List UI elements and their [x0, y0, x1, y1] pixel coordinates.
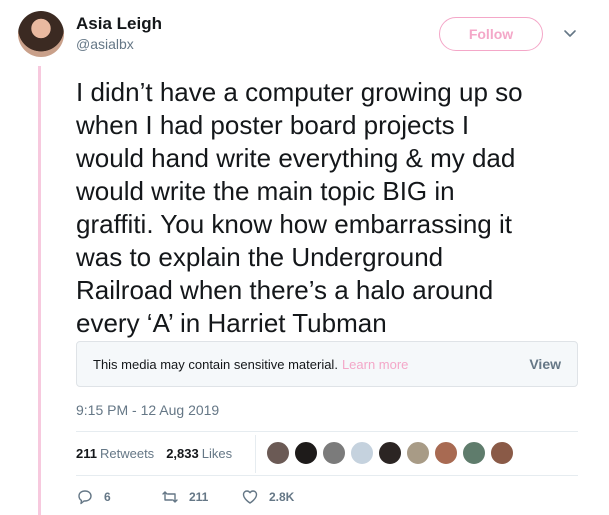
- retweets-count[interactable]: 211: [76, 446, 97, 461]
- retweet-icon: [162, 491, 178, 503]
- liker-avatar-1[interactable]: [266, 441, 290, 465]
- sensitive-media-notice: This media may contain sensitive materia…: [76, 341, 578, 387]
- default-egg-avatar[interactable]: [350, 441, 374, 465]
- reply-action[interactable]: 6: [76, 488, 111, 506]
- divider-top: [76, 431, 578, 432]
- retweets-label[interactable]: Retweets: [100, 446, 154, 461]
- heart-icon: [242, 490, 258, 504]
- avatar[interactable]: [18, 11, 64, 57]
- sensitive-media-message: This media may contain sensitive materia…: [93, 357, 408, 372]
- liker-avatar-2[interactable]: [294, 441, 318, 465]
- tweet-text: I didn’t have a computer growing up so w…: [76, 77, 523, 338]
- follow-button[interactable]: Follow: [439, 17, 543, 51]
- view-media-button[interactable]: View: [529, 356, 561, 372]
- liker-avatar-7[interactable]: [434, 441, 458, 465]
- liker-avatar-8[interactable]: [462, 441, 486, 465]
- like-action[interactable]: 2.8K: [241, 488, 294, 506]
- tweet-actions: 6 211 2.8K: [76, 488, 376, 512]
- engagement-stats: 211 Retweets 2,833 Likes: [76, 446, 244, 461]
- sensitive-media-message-text: This media may contain sensitive materia…: [93, 357, 338, 372]
- reply-icon: [78, 490, 92, 505]
- likes-label[interactable]: Likes: [202, 446, 232, 461]
- user-handle[interactable]: @asialbx: [76, 36, 134, 52]
- liker-avatar-9[interactable]: [490, 441, 514, 465]
- reply-count: 6: [104, 490, 111, 504]
- retweet-action[interactable]: 211: [161, 488, 208, 506]
- learn-more-link[interactable]: Learn more: [342, 357, 408, 372]
- liker-avatar-6[interactable]: [406, 441, 430, 465]
- retweet-count: 211: [189, 490, 209, 504]
- liker-avatar-3[interactable]: [322, 441, 346, 465]
- chevron-down-icon[interactable]: [561, 24, 579, 42]
- thread-line: [38, 66, 41, 515]
- like-count: 2.8K: [269, 490, 295, 504]
- stats-separator: [255, 435, 256, 473]
- tweet-timestamp[interactable]: 9:15 PM - 12 Aug 2019: [76, 402, 219, 418]
- display-name[interactable]: Asia Leigh: [76, 14, 162, 34]
- divider-bottom: [76, 475, 578, 476]
- likes-count[interactable]: 2,833: [166, 446, 199, 461]
- liker-avatar-5[interactable]: [378, 441, 402, 465]
